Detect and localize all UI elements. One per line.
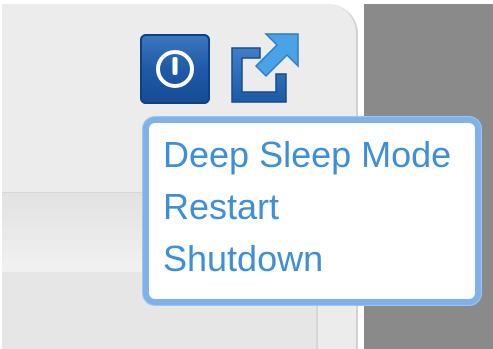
window: Deep Sleep Mode Restart Shutdown xyxy=(0,0,493,349)
menu-item-restart[interactable]: Restart xyxy=(149,181,475,233)
popout-icon[interactable] xyxy=(226,30,302,106)
menu-item-shutdown[interactable]: Shutdown xyxy=(149,233,475,285)
power-menu: Deep Sleep Mode Restart Shutdown xyxy=(143,117,481,305)
menu-item-deep-sleep[interactable]: Deep Sleep Mode xyxy=(149,129,475,181)
power-button[interactable] xyxy=(140,34,210,104)
power-icon xyxy=(156,50,194,88)
